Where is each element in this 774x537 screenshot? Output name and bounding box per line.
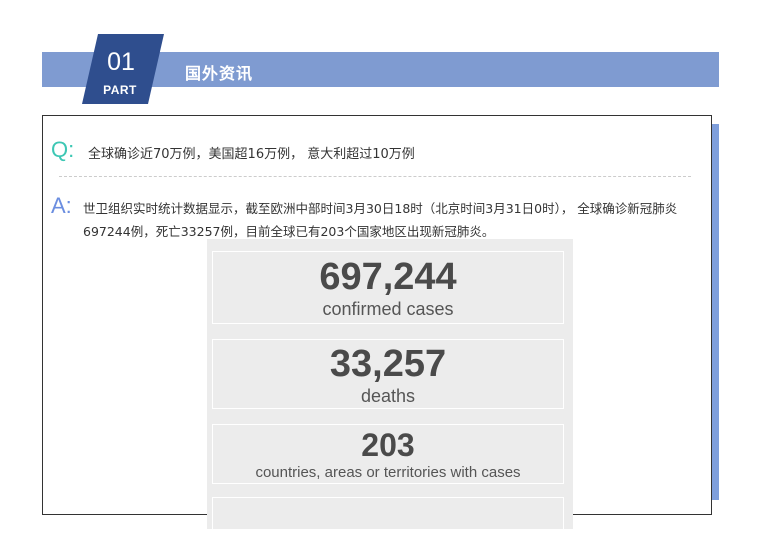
part-label: PART <box>103 83 137 97</box>
card-accent-bar <box>712 124 719 500</box>
answer-text: 世卫组织实时统计数据显示，截至欧洲中部时间3月30日18时（北京时间3月31日0… <box>83 201 678 239</box>
stat-deaths-label: deaths <box>360 386 416 406</box>
stat-confirmed: 697,244 confirmed cases <box>212 251 564 324</box>
stat-deaths: 33,257 deaths <box>212 339 564 409</box>
stat-countries-label: countries, areas or territories with cas… <box>255 464 521 481</box>
stat-box-partial <box>212 497 564 537</box>
stat-deaths-value: 33,257 <box>329 343 447 385</box>
stat-countries-value: 203 <box>361 427 415 463</box>
answer-mark-label: A: <box>51 193 72 218</box>
part-badge: 01 PART <box>82 34 164 104</box>
stat-countries: 203 countries, areas or territories with… <box>212 424 564 484</box>
qa-card: Q: 全球确诊近70万例，美国超16万例， 意大利超过10万例 A: 世卫组织实… <box>42 115 712 537</box>
divider <box>59 176 691 177</box>
question-mark-label: Q: <box>51 137 75 162</box>
question-text: 全球确诊近70万例，美国超16万例， 意大利超过10万例 <box>88 147 415 162</box>
stats-panel: 697,244 confirmed cases 33,257 deaths 20… <box>207 239 573 537</box>
stat-confirmed-label: confirmed cases <box>322 299 454 319</box>
section-title: 国外资讯 <box>185 64 254 83</box>
stat-confirmed-value: 697,244 <box>319 256 457 298</box>
